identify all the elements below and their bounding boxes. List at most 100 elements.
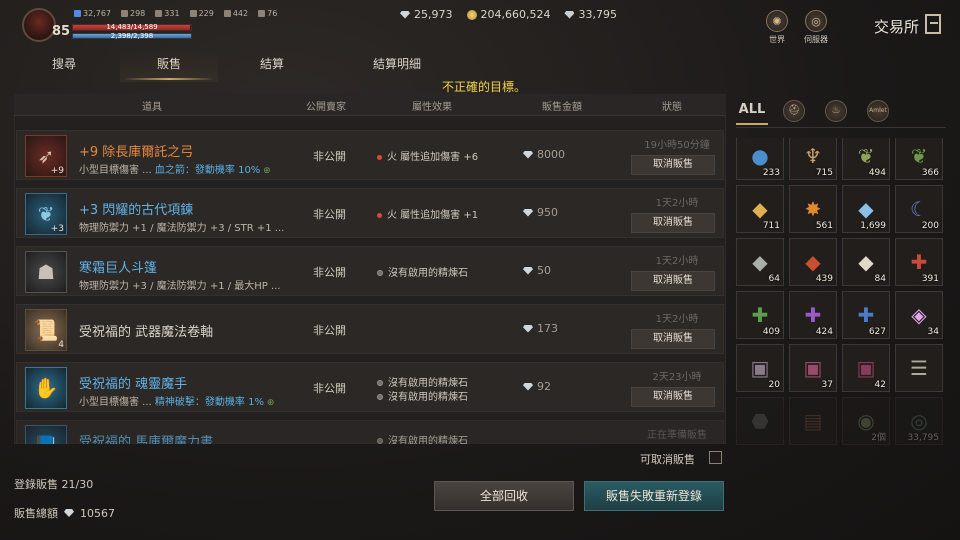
item-skill: 血之箭：發動機率 10% — [154, 165, 261, 176]
inventory-slot[interactable]: ☰ — [895, 344, 943, 392]
inventory-slot[interactable]: ◆ 711 — [736, 185, 784, 233]
price-value: 92 — [537, 380, 551, 393]
inventory-slot[interactable]: ◉ 2個 — [842, 397, 890, 445]
slot-count: 366 — [921, 168, 939, 178]
stat-item: 76 — [258, 9, 277, 18]
inventory-slot[interactable]: ◆ 64 — [736, 238, 784, 286]
item-subtext: 物理防禦力 +1 / 魔法防禦力 +3 / STR +1 ... — [79, 223, 285, 234]
cancelable-checkbox[interactable] — [709, 451, 722, 464]
top-bar: 85 32,767 298 331 229 442 76 14,483/14,5… — [0, 0, 960, 50]
effect-text: 沒有啟用的精煉石 — [388, 436, 468, 444]
inventory-slot[interactable]: ✚ 391 — [895, 238, 943, 286]
gold-value: 204,660,524 — [480, 8, 551, 21]
cancel-sale-button[interactable]: 取消販售 — [631, 329, 715, 349]
cancel-sale-button[interactable]: 取消販售 — [631, 271, 715, 291]
exit-icon[interactable] — [925, 14, 941, 34]
inventory-slot[interactable]: ✸ 561 — [789, 185, 837, 233]
effect-text: 沒有啟用的精煉石 — [388, 392, 468, 403]
inventory-slot[interactable]: ● 233 — [736, 138, 784, 180]
status-time: 1天2小時 — [655, 256, 699, 267]
slot-count: 1,699 — [860, 221, 886, 231]
inventory-slot[interactable]: ◎ 33,795 — [895, 397, 943, 445]
cancel-sale-button[interactable]: 取消販售 — [631, 213, 715, 233]
book-icon: ▤ — [803, 409, 823, 433]
server-button[interactable]: ◎ 伺服器 — [804, 10, 828, 45]
player-stats: 32,767 298 331 229 442 76 — [74, 9, 277, 18]
status-time: 1天2小時 — [655, 198, 699, 209]
effect-text: 火 屬性追加傷害 +6 — [387, 152, 479, 163]
slot-count: 42 — [874, 380, 886, 390]
relist-failed-button[interactable]: 販售失敗重新登錄 — [584, 481, 724, 511]
inventory-tab-all[interactable]: ALL — [736, 97, 768, 125]
inventory-tab-amulet[interactable]: Amlet — [862, 97, 894, 125]
inventory-slot[interactable]: ❦ 494 — [842, 138, 890, 180]
table-row[interactable]: 📘 受祝福的 馬庫爾魔力書 沒有啟用的精煉石 正在準備販售 — [16, 420, 724, 444]
inventory-slot[interactable]: ❦ 366 — [895, 138, 943, 180]
attribute-effect: 火 屬性追加傷害 +1 — [377, 206, 478, 221]
stat-icon — [189, 10, 197, 17]
magnifier-icon[interactable]: ⊕ — [260, 166, 271, 176]
gauntlet-icon: ✋ — [33, 376, 59, 400]
stat-item: 298 — [121, 9, 145, 18]
item-enhance: +9 — [50, 166, 64, 176]
tab-sell[interactable]: 販售 — [116, 50, 222, 82]
world-button[interactable]: ✺ 世界 — [766, 10, 788, 45]
inventory-tab-equipment[interactable]: ⛑ — [778, 97, 810, 125]
empty-stone-icon — [377, 270, 383, 276]
item-name: +9 除長庫爾託之弓 — [79, 145, 194, 160]
public-seller: 非公開 — [313, 208, 346, 221]
inventory-slot[interactable]: ▤ — [789, 397, 837, 445]
magnifier-icon[interactable]: ⊕ — [264, 398, 275, 408]
item-icon: ➶ +9 — [25, 135, 67, 177]
stat-value: 229 — [198, 9, 214, 18]
inventory-slot[interactable]: ▣ 37 — [789, 344, 837, 392]
feather-icon — [74, 10, 81, 17]
slot-count: 2個 — [871, 433, 886, 443]
slot-count: 424 — [815, 327, 833, 337]
stat-item: 229 — [189, 9, 214, 18]
table-header: 道具 公開賣家 屬性效果 販售金額 狀態 — [14, 94, 726, 116]
diamond-icon — [523, 150, 533, 159]
fire-dot-icon — [377, 154, 382, 160]
price-value: 950 — [537, 206, 558, 219]
item-name: 受祝福的 馬庫爾魔力書 — [79, 435, 214, 444]
public-seller: 非公開 — [313, 324, 346, 337]
tab-search[interactable]: 搜尋 — [12, 50, 116, 82]
inventory-slot[interactable]: ◆ 439 — [789, 238, 837, 286]
status-time: 2天23小時 — [652, 372, 702, 383]
inventory-slot[interactable]: ▣ 42 — [842, 344, 890, 392]
inventory-slot[interactable]: ◆ 1,699 — [842, 185, 890, 233]
inventory-tab-consumables[interactable]: ♨ — [820, 97, 852, 125]
inventory-slot[interactable]: ◆ 84 — [842, 238, 890, 286]
item-skill: 精神破擊：發動機率 1% — [154, 397, 264, 408]
inventory-slot[interactable]: ◈ 34 — [895, 291, 943, 339]
inventory-slot[interactable]: ✚ 409 — [736, 291, 784, 339]
inventory-slot[interactable]: ✚ 424 — [789, 291, 837, 339]
inventory-slot[interactable]: ♆ 715 — [789, 138, 837, 180]
stat-icon — [223, 10, 231, 17]
inventory-slot[interactable]: ▣ 20 — [736, 344, 784, 392]
diamond-icon — [523, 266, 533, 275]
inventory-slot[interactable]: ☾ 200 — [895, 185, 943, 233]
table-row[interactable]: ✋ 受祝福的 魂靈魔手 小型目標傷害 ... 精神破擊：發動機率 1% ⊕ 非公… — [16, 362, 724, 412]
cancel-sale-button[interactable]: 取消販售 — [631, 155, 715, 175]
cancel-sale-button[interactable]: 取消販售 — [631, 387, 715, 407]
world-icon: ✺ — [766, 10, 788, 32]
table-row[interactable]: 📜 4 受祝福的 武器魔法卷軸 非公開 173 1天2小時 取消販售 — [16, 304, 724, 354]
stat-icon — [121, 10, 128, 17]
inventory-slot[interactable]: ✚ 627 — [842, 291, 890, 339]
table-row[interactable]: ➶ +9 +9 除長庫爾託之弓 小型目標傷害 ... 血之箭：發動機率 10% ⊕… — [16, 130, 724, 180]
stat-value: 298 — [130, 9, 146, 18]
price: 92 — [523, 380, 551, 393]
registered-count: 登錄販售 21/30 — [14, 478, 94, 491]
page-title: 交易所 — [874, 18, 920, 36]
table-row[interactable]: ❦ +3 +3 閃耀的古代項鍊 物理防禦力 +1 / 魔法防禦力 +3 / STR… — [16, 188, 724, 238]
inventory-slot[interactable]: ⬣ — [736, 397, 784, 445]
table-row[interactable]: ☗ 寒霜巨人斗篷 物理防禦力 +3 / 魔法防禦力 +1 / 最大HP ... … — [16, 246, 724, 296]
tab-settlement[interactable]: 結算 — [222, 50, 322, 82]
player-avatar[interactable] — [22, 8, 56, 42]
recall-all-button[interactable]: 全部回收 — [434, 481, 574, 511]
notice-message: 不正確的目標。 — [442, 80, 527, 94]
price: 50 — [523, 264, 551, 277]
stat-item: 32,767 — [74, 9, 111, 18]
